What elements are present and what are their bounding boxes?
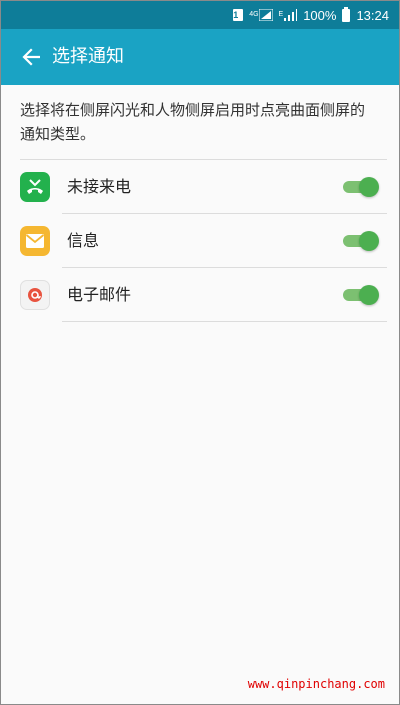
item-label: 信息 xyxy=(67,231,100,250)
item-label: 电子邮件 xyxy=(67,285,132,304)
list-item-email[interactable]: 电子邮件 xyxy=(1,268,399,322)
toggle-thumb xyxy=(359,231,379,251)
toggle-thumb xyxy=(359,177,379,197)
arrow-left-icon xyxy=(22,48,40,66)
status-bar: 1 4G E 100% 13:24 xyxy=(1,1,399,29)
signal-e-icon: E xyxy=(279,9,298,21)
email-toggle[interactable] xyxy=(343,284,379,306)
item-label: 未接来电 xyxy=(67,177,132,196)
list-item-missed-calls[interactable]: 未接来电 xyxy=(1,160,399,214)
back-button[interactable] xyxy=(11,37,51,77)
status-icons: 1 4G E 100% 13:24 xyxy=(233,1,389,29)
message-icon xyxy=(20,226,50,256)
description-text: 选择将在侧屏闪光和人物侧屏启用时点亮曲面侧屏的通知类型。 xyxy=(20,101,366,143)
page-title: 选择通知 xyxy=(52,46,124,67)
divider xyxy=(62,321,387,322)
list-item-messages[interactable]: 信息 xyxy=(1,214,399,268)
screen: 1 4G E 100% 13:24 选择通知 选择将在侧屏闪光和人物侧屏启用时点… xyxy=(0,0,400,705)
missed-calls-toggle[interactable] xyxy=(343,176,379,198)
battery-percent: 100% xyxy=(303,7,337,23)
watermark-text: www.qinpinchang.com xyxy=(247,677,385,691)
app-toolbar: 选择通知 xyxy=(1,29,399,85)
email-icon xyxy=(20,280,50,310)
toggle-thumb xyxy=(359,285,379,305)
sim-icon: 1 xyxy=(233,9,244,21)
clock: 13:24 xyxy=(356,7,389,23)
missed-call-icon xyxy=(20,172,50,202)
net-4g-label: 4G xyxy=(249,11,259,18)
battery-icon xyxy=(342,6,351,22)
messages-toggle[interactable] xyxy=(343,230,379,252)
signal-4g-icon: 4G xyxy=(249,9,273,21)
